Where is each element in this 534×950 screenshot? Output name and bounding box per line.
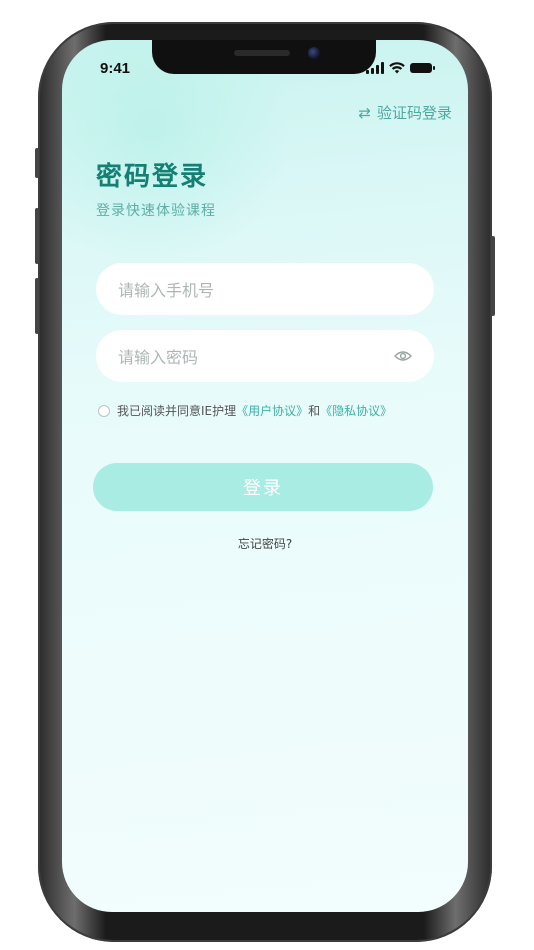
battery-icon xyxy=(410,63,435,73)
agreement-checkbox[interactable] xyxy=(98,404,110,417)
status-time: 9:41 xyxy=(100,60,131,77)
phone-input-placeholder: 请输入手机号 xyxy=(118,281,215,300)
notch xyxy=(152,40,376,74)
eye-icon[interactable] xyxy=(394,347,412,365)
silent-switch xyxy=(35,148,39,178)
front-camera-icon xyxy=(308,47,320,59)
page-title: 密码登录 xyxy=(96,162,209,192)
switch-to-sms-login-link[interactable]: ⇄ 验证码登录 xyxy=(358,102,452,123)
power-button xyxy=(491,236,495,316)
agreement-row: 我已阅读并同意IE护理 《用户协议》 和 《隐私协议》 xyxy=(98,402,392,419)
wifi-icon xyxy=(389,62,405,74)
swap-arrows-icon: ⇄ xyxy=(358,103,371,122)
switch-login-label: 验证码登录 xyxy=(376,104,452,122)
speaker-grille xyxy=(234,50,290,56)
cellular-signal-icon xyxy=(366,62,384,74)
forgot-password-link[interactable]: 忘记密码? xyxy=(62,535,468,552)
status-icons xyxy=(366,60,435,74)
volume-up-button xyxy=(35,208,39,264)
agreement-and: 和 xyxy=(308,404,321,418)
password-input[interactable]: 请输入密码 xyxy=(96,330,434,382)
user-agreement-link[interactable]: 《用户协议》 xyxy=(236,402,308,419)
phone-input[interactable]: 请输入手机号 xyxy=(96,263,434,315)
volume-down-button xyxy=(35,278,39,334)
agreement-prefix: 我已阅读并同意IE护理 xyxy=(117,404,237,418)
password-input-placeholder: 请输入密码 xyxy=(118,348,199,367)
privacy-policy-link[interactable]: 《隐私协议》 xyxy=(320,402,392,419)
screen: 9:41 ⇄ 验证码登录 密码登录 登录快速体验课程 请输入手机号 请输入密码 … xyxy=(62,40,468,912)
page-subtitle: 登录快速体验课程 xyxy=(96,203,216,219)
login-button[interactable]: 登录 xyxy=(93,463,433,511)
